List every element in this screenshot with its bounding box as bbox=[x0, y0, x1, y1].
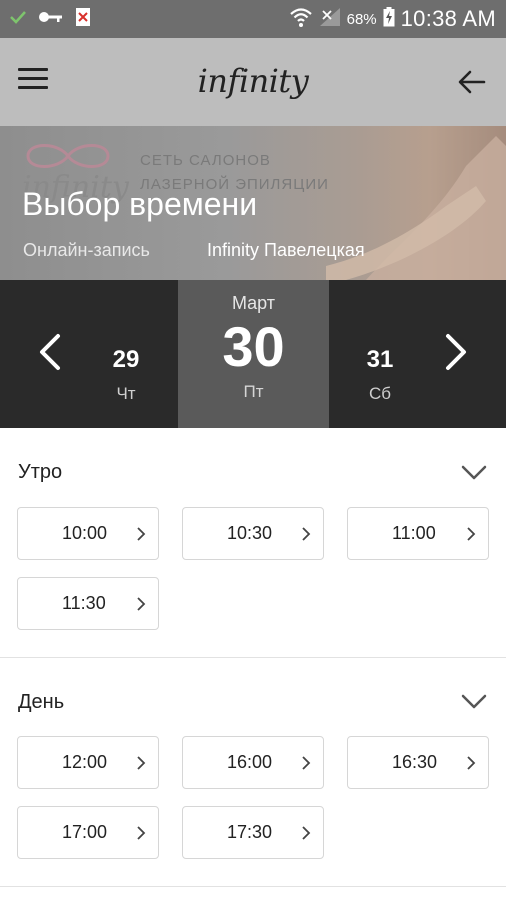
chevron-right-icon bbox=[302, 826, 311, 840]
section-title-morning: Утро bbox=[18, 461, 63, 483]
date-selector: 29 Чт Март 30 Пт 31 Сб bbox=[0, 280, 506, 428]
chevron-right-icon bbox=[446, 334, 466, 370]
time-slot-label: 17:00 bbox=[62, 822, 108, 842]
time-slot-label: 16:30 bbox=[392, 752, 438, 772]
battery-percent: 68% bbox=[346, 10, 377, 28]
breadcrumb-online-booking: Онлайн-запись bbox=[23, 240, 150, 260]
section-title-day: День bbox=[18, 691, 65, 713]
clock: 10:38 AM bbox=[400, 6, 496, 31]
date-next-day[interactable]: 31 Сб bbox=[349, 346, 411, 404]
time-slot-label: 10:00 bbox=[62, 523, 108, 543]
time-slot-label: 10:30 bbox=[227, 523, 273, 543]
section-divider bbox=[0, 886, 506, 887]
banner-brand-line1: СЕТЬ САЛОНОВ bbox=[140, 152, 271, 169]
chevron-left-icon bbox=[40, 334, 60, 370]
chevron-right-icon bbox=[137, 826, 146, 840]
status-bar: 68% 10:38 AM bbox=[0, 0, 506, 38]
app-bar: infinity bbox=[0, 38, 506, 126]
date-weekday: Чт bbox=[116, 384, 136, 403]
time-slot[interactable]: 11:00 bbox=[347, 507, 489, 560]
arrow-left-icon bbox=[458, 70, 486, 94]
time-slot-label: 11:00 bbox=[392, 523, 436, 543]
salon-name: Infinity Павелецкая bbox=[207, 240, 365, 260]
time-slot[interactable]: 17:00 bbox=[17, 806, 159, 859]
collapse-morning-button[interactable] bbox=[460, 462, 488, 482]
time-slot[interactable]: 17:30 bbox=[182, 806, 324, 859]
app-logo: infinity bbox=[197, 62, 309, 100]
time-slot-label: 17:30 bbox=[227, 822, 273, 842]
chevron-down-icon bbox=[461, 465, 487, 480]
time-slot[interactable]: 11:30 bbox=[17, 577, 159, 630]
time-slot-label: 16:00 bbox=[227, 752, 273, 772]
infinity-logo-icon bbox=[26, 144, 110, 168]
chevron-right-icon bbox=[137, 756, 146, 770]
chevron-right-icon bbox=[137, 597, 146, 611]
prev-date-button[interactable] bbox=[36, 332, 66, 372]
signal-icon bbox=[319, 7, 341, 32]
date-number: 29 bbox=[112, 346, 140, 373]
date-number: 31 bbox=[366, 346, 394, 373]
back-button[interactable] bbox=[456, 66, 488, 98]
chevron-right-icon bbox=[467, 527, 476, 541]
time-slot[interactable]: 10:30 bbox=[182, 507, 324, 560]
wifi-icon bbox=[289, 6, 313, 33]
header-banner: infinity СЕТЬ САЛОНОВ ЛАЗЕРНОЙ ЭПИЛЯЦИИ … bbox=[0, 126, 506, 280]
time-slot-label: 11:30 bbox=[62, 593, 106, 613]
section-day: День 12:00 16:00 16:30 17:00 17:30 bbox=[0, 658, 506, 888]
notification-icon bbox=[76, 7, 90, 31]
time-slot[interactable]: 10:00 bbox=[17, 507, 159, 560]
check-icon bbox=[10, 10, 26, 29]
date-weekday: Сб bbox=[368, 384, 391, 403]
next-date-button[interactable] bbox=[440, 332, 470, 372]
date-weekday: Пт bbox=[243, 382, 264, 401]
key-icon bbox=[38, 10, 64, 29]
time-slot[interactable]: 12:00 bbox=[17, 736, 159, 789]
battery-icon bbox=[383, 6, 395, 32]
time-slot[interactable]: 16:30 bbox=[347, 736, 489, 789]
date-prev-day[interactable]: 29 Чт bbox=[95, 346, 157, 404]
chevron-right-icon bbox=[302, 756, 311, 770]
page-title: Выбор времени bbox=[22, 186, 258, 222]
chevron-right-icon bbox=[137, 527, 146, 541]
date-number: 30 bbox=[222, 315, 285, 378]
date-selected[interactable]: Март 30 Пт bbox=[178, 280, 329, 428]
chevron-right-icon bbox=[302, 527, 311, 541]
date-month: Март bbox=[231, 293, 276, 313]
collapse-day-button[interactable] bbox=[460, 691, 488, 711]
time-slot[interactable]: 16:00 bbox=[182, 736, 324, 789]
chevron-right-icon bbox=[467, 756, 476, 770]
chevron-down-icon bbox=[461, 694, 487, 709]
time-slot-label: 12:00 bbox=[62, 752, 108, 772]
section-morning: Утро 10:00 10:30 11:00 11:30 bbox=[0, 428, 506, 657]
